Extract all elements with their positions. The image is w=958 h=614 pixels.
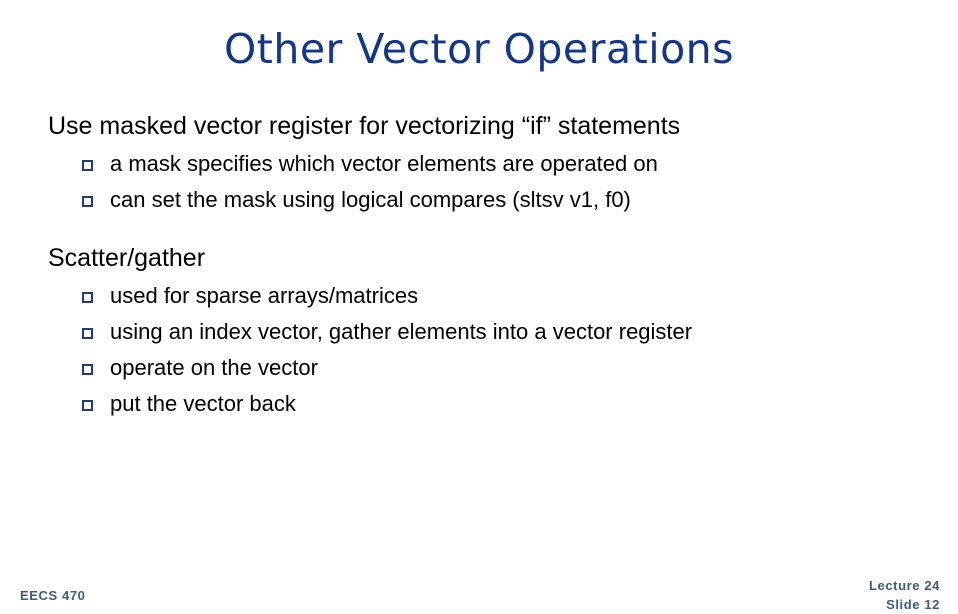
- list-item: operate on the vector: [48, 350, 928, 386]
- slide: Other Vector Operations Use masked vecto…: [0, 0, 958, 612]
- list-item-label: a mask specifies which vector elements a…: [110, 151, 658, 176]
- hollow-square-bullet-icon: [82, 160, 93, 171]
- footer-lecture-label: Lecture 24: [868, 578, 940, 593]
- list-item: used for sparse arrays/matrices: [48, 278, 928, 314]
- hollow-square-bullet-icon: [82, 400, 93, 411]
- footer-course-label: EECS 470: [20, 588, 86, 603]
- content-block: Use masked vector register for vectorizi…: [48, 110, 928, 218]
- list-item: can set the mask using logical compares …: [48, 182, 928, 218]
- bullet-heading: Use masked vector register for vectorizi…: [48, 112, 681, 140]
- hollow-square-bullet-icon: [82, 328, 93, 339]
- hollow-square-bullet-icon: [82, 292, 93, 303]
- list-item: put the vector back: [48, 386, 928, 422]
- page-title: Other Vector Operations: [223, 25, 735, 73]
- list-item-label: can set the mask using logical compares …: [110, 187, 631, 212]
- content-block: Scatter/gather used for sparse arrays/ma…: [48, 242, 928, 422]
- hollow-square-bullet-icon: [82, 364, 93, 375]
- hollow-square-bullet-icon: [82, 196, 93, 207]
- list-item-label: used for sparse arrays/matrices: [110, 283, 419, 308]
- bullet-heading: Scatter/gather: [48, 244, 206, 272]
- list-item-label: using an index vector, gather elements i…: [110, 319, 693, 344]
- footer-slide-number: Slide 12: [886, 597, 940, 612]
- slide-body: Use masked vector register for vectorizi…: [48, 110, 928, 422]
- sub-bullet-list: a mask specifies which vector elements a…: [48, 146, 928, 218]
- footer-slide-info: Lecture 24 Slide 12: [869, 576, 940, 614]
- list-item-label: operate on the vector: [110, 355, 318, 380]
- sub-bullet-list: used for sparse arrays/matrices using an…: [48, 278, 928, 422]
- list-item: using an index vector, gather elements i…: [48, 314, 928, 350]
- list-item-label: put the vector back: [110, 391, 296, 416]
- list-item: a mask specifies which vector elements a…: [48, 146, 928, 182]
